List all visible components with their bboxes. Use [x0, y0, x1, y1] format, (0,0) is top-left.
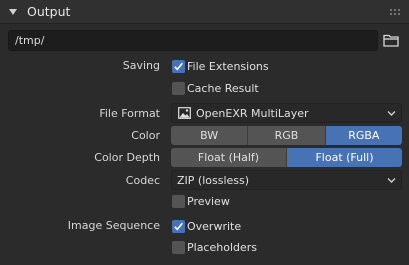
chevron-down-icon — [387, 178, 396, 183]
color-label: Color — [131, 129, 160, 142]
placeholders-label: Placeholders — [187, 240, 258, 254]
output-panel: Output /tmp/ Saving File Extensions Cach… — [0, 0, 409, 265]
output-path-row: /tmp/ — [8, 30, 402, 51]
checkmark-icon — [174, 62, 183, 70]
file-extensions-label: File Extensions — [187, 59, 269, 73]
output-path-input[interactable]: /tmp/ — [8, 30, 378, 51]
checkbox-checked[interactable] — [172, 59, 185, 73]
file-extensions-checkbox[interactable]: File Extensions — [172, 58, 269, 74]
cache-result-label: Cache Result — [187, 81, 259, 95]
checkbox-checked[interactable] — [172, 219, 185, 233]
checkbox-unchecked[interactable] — [172, 240, 185, 254]
overwrite-label: Overwrite — [187, 219, 242, 233]
checkbox-unchecked[interactable] — [172, 81, 185, 95]
checkbox-unchecked[interactable] — [172, 194, 185, 208]
placeholders-checkbox[interactable]: Placeholders — [172, 239, 257, 255]
checkmark-icon — [174, 222, 183, 230]
saving-label: Saving — [122, 59, 160, 72]
browse-folder-button[interactable] — [380, 30, 402, 51]
color-mode-selector: BW RGB RGBA — [171, 126, 402, 145]
color-depth-option-full[interactable]: Float (Full) — [287, 148, 402, 167]
drag-grip-icon[interactable] — [390, 9, 402, 15]
overwrite-checkbox[interactable]: Overwrite — [172, 218, 241, 234]
codec-dropdown[interactable]: ZIP (lossless) — [171, 170, 402, 190]
disclosure-triangle-icon[interactable] — [9, 8, 17, 15]
file-format-dropdown[interactable]: OpenEXR MultiLayer — [171, 103, 402, 123]
color-option-rgba[interactable]: RGBA — [325, 126, 402, 145]
panel-title: Output — [27, 4, 71, 19]
file-format-label: File Format — [99, 107, 160, 120]
file-format-value: OpenEXR MultiLayer — [196, 106, 309, 120]
image-sequence-label: Image Sequence — [67, 219, 160, 232]
preview-label: Preview — [187, 194, 230, 208]
codec-label: Codec — [125, 174, 160, 187]
image-icon — [178, 107, 191, 119]
panel-header[interactable]: Output — [0, 0, 409, 24]
preview-checkbox[interactable]: Preview — [172, 193, 230, 209]
cache-result-checkbox[interactable]: Cache Result — [172, 80, 259, 96]
chevron-down-icon — [387, 111, 396, 116]
color-depth-label: Color Depth — [94, 151, 160, 164]
folder-icon — [383, 34, 399, 47]
color-option-bw[interactable]: BW — [171, 126, 249, 145]
color-option-rgb[interactable]: RGB — [248, 126, 326, 145]
color-depth-option-half[interactable]: Float (Half) — [171, 148, 287, 167]
codec-value: ZIP (lossless) — [177, 173, 250, 187]
color-depth-selector: Float (Half) Float (Full) — [171, 148, 402, 167]
